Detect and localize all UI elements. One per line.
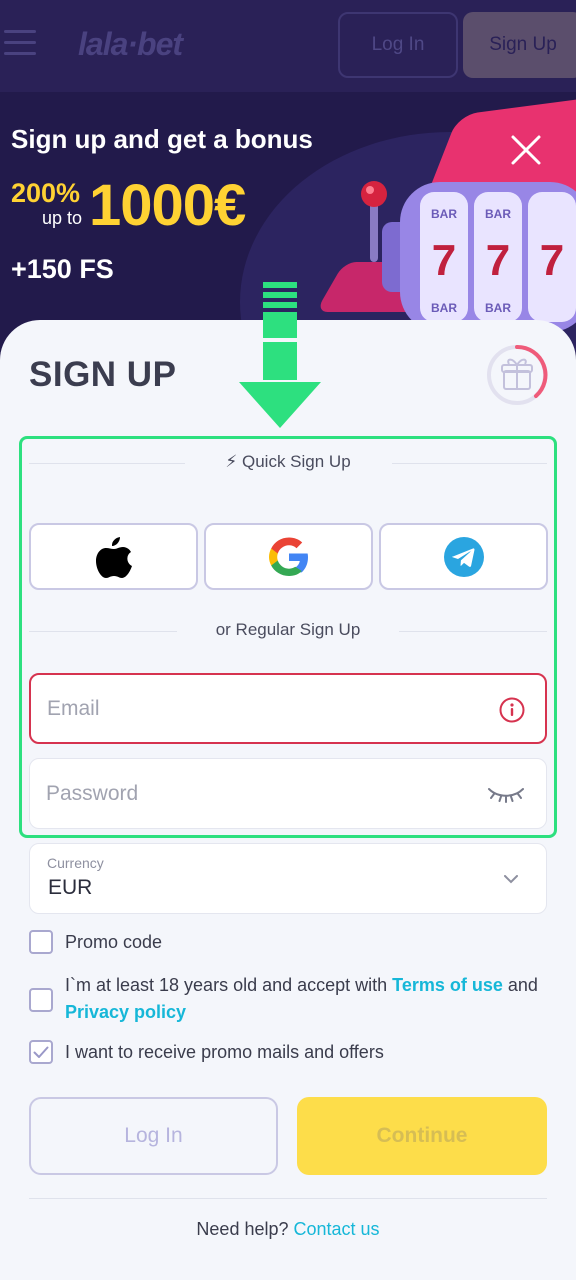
apple-signup-button[interactable]: [29, 523, 198, 590]
divider: [29, 631, 177, 632]
error-info-icon: [499, 697, 525, 723]
promo-mails-label: I want to receive promo mails and offers: [65, 1042, 384, 1062]
chevron-down-icon: [504, 875, 518, 884]
contact-us-link[interactable]: Contact us: [294, 1219, 380, 1239]
currency-select[interactable]: Currency EUR: [29, 843, 547, 914]
google-icon: [268, 537, 308, 576]
page-title: SIGN UP: [29, 355, 177, 394]
promo-code-checkbox[interactable]: [29, 930, 53, 954]
google-signup-button[interactable]: [204, 523, 373, 590]
terms-of-use-link[interactable]: Terms of use: [392, 975, 503, 995]
eye-closed-icon[interactable]: [486, 783, 526, 805]
close-icon[interactable]: [500, 124, 552, 176]
help-row: Need help? Contact us: [0, 1219, 576, 1240]
promo-code-row[interactable]: Promo code: [29, 930, 162, 956]
promo-mails-checkbox[interactable]: [29, 1040, 53, 1064]
gift-icon[interactable]: [486, 344, 548, 406]
promo-mails-row[interactable]: I want to receive promo mails and offers: [29, 1040, 384, 1066]
promo-code-label: Promo code: [65, 932, 163, 952]
password-input[interactable]: [46, 759, 466, 828]
regular-signup-label: or Regular Sign Up: [215, 620, 361, 639]
telegram-icon: [443, 536, 484, 577]
terms-prefix: I`m at least 18 years old and accept wit…: [65, 975, 393, 995]
divider: [29, 1198, 547, 1199]
continue-button[interactable]: Continue: [297, 1097, 547, 1175]
privacy-policy-link[interactable]: Privacy policy: [65, 1002, 186, 1022]
bonus-percent: 200%: [11, 178, 81, 208]
currency-value: EUR: [48, 876, 93, 899]
bonus-amount: 1000€: [89, 173, 246, 238]
top-bar: lala·bet Log In Sign Up: [0, 0, 576, 92]
password-field[interactable]: [29, 758, 547, 829]
header-signup-button[interactable]: Sign Up: [463, 12, 576, 78]
quick-signup-label: ⚡ Quick Sign Up: [225, 452, 351, 471]
free-spins: +150 FS: [11, 254, 114, 284]
login-button[interactable]: Log In: [29, 1097, 278, 1175]
help-text: Need help?: [196, 1219, 289, 1239]
telegram-signup-button[interactable]: [379, 523, 548, 590]
currency-label: Currency: [47, 855, 104, 871]
divider: [29, 463, 185, 464]
header-login-button[interactable]: Log In: [338, 12, 458, 78]
apple-icon: [95, 536, 132, 578]
terms-text: I`m at least 18 years old and accept wit…: [65, 972, 538, 1026]
banner-title: Sign up and get a bonus: [11, 124, 313, 154]
divider: [399, 631, 547, 632]
svg-text:BAR: BAR: [485, 207, 511, 221]
email-input[interactable]: [47, 675, 467, 742]
menu-icon[interactable]: [4, 30, 36, 56]
svg-text:BAR: BAR: [431, 301, 457, 315]
svg-text:BAR: BAR: [485, 301, 511, 315]
svg-text:7: 7: [540, 236, 564, 285]
divider: [392, 463, 547, 464]
terms-checkbox[interactable]: [29, 988, 53, 1012]
terms-and: and: [502, 975, 538, 995]
bonus-up-to: up to: [42, 208, 83, 228]
svg-text:7: 7: [432, 236, 456, 285]
logo: lala·bet: [78, 26, 183, 62]
email-field[interactable]: [29, 673, 547, 744]
checkmark-icon: [33, 1046, 49, 1058]
svg-text:7: 7: [486, 236, 510, 285]
arrow-down-icon: [239, 282, 321, 428]
terms-row: I`m at least 18 years old and accept wit…: [29, 972, 549, 1026]
svg-text:BAR: BAR: [431, 207, 457, 221]
